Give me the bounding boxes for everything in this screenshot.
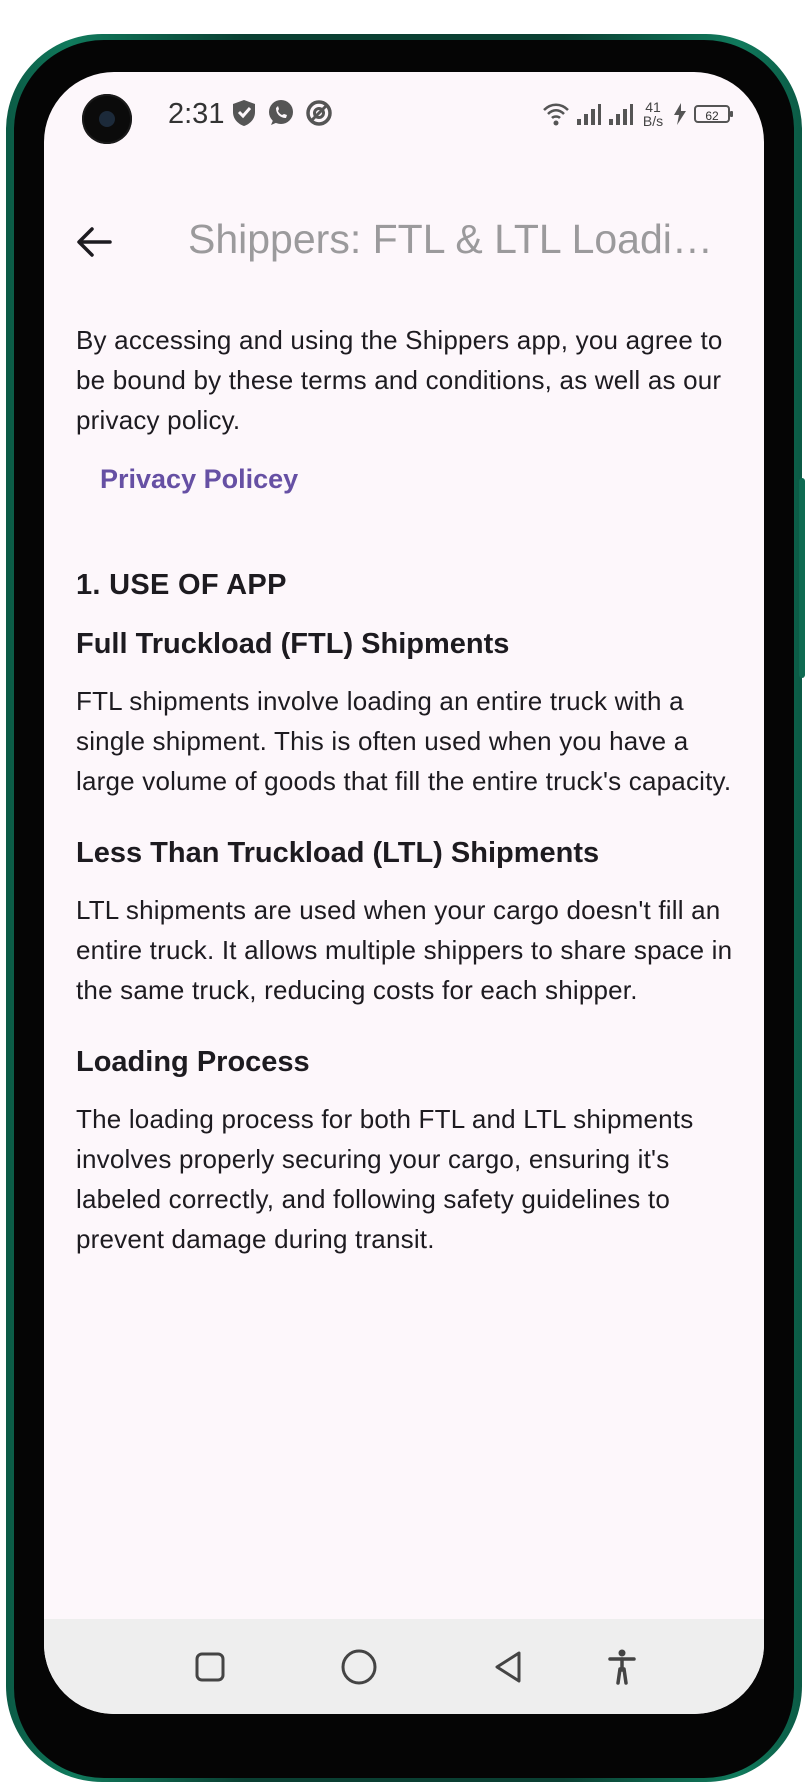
accessibility-button[interactable] — [600, 1645, 644, 1689]
ftl-heading: Full Truckload (FTL) Shipments — [76, 628, 510, 660]
terms-content: By accessing and using the Shippers app,… — [76, 320, 736, 1259]
status-time: 2:31 — [168, 98, 225, 130]
ftl-body: FTL shipments involve loading an entire … — [76, 686, 732, 796]
notification-icons — [230, 98, 334, 128]
system-navigation-bar — [44, 1619, 764, 1714]
back-triangle-icon — [495, 1651, 521, 1683]
nav-back-button[interactable] — [486, 1645, 530, 1689]
system-icons: 41 B/s 62 — [542, 100, 733, 128]
status-bar: 2:31 41 B/s 62 — [44, 72, 764, 162]
signal-icon — [577, 104, 601, 125]
battery-level: 62 — [705, 109, 719, 123]
network-speed-unit: B/s — [642, 113, 664, 129]
shield-icon — [233, 100, 255, 126]
home-circle-icon — [341, 1649, 377, 1685]
at-sign-icon — [306, 100, 332, 126]
wifi-icon — [543, 103, 569, 126]
recents-button[interactable] — [188, 1645, 232, 1689]
charging-icon — [674, 103, 686, 125]
side-button — [799, 478, 805, 678]
screen: 2:31 41 B/s 62 Shippers: FTL & LTL Loadi… — [44, 72, 764, 1714]
arrow-back-icon — [77, 227, 112, 257]
section-title: 1. USE OF APP — [76, 569, 287, 601]
app-bar: Shippers: FTL & LTL Loadi… — [44, 202, 764, 282]
page-title: Shippers: FTL & LTL Loadi… — [188, 216, 713, 262]
ltl-body: LTL shipments are used when your cargo d… — [76, 895, 733, 1005]
whatsapp-icon — [269, 100, 293, 125]
home-button[interactable] — [337, 1645, 381, 1689]
loading-process-heading: Loading Process — [76, 1046, 310, 1078]
intro-text: By accessing and using the Shippers app,… — [76, 325, 723, 435]
network-speed: 41 B/s — [640, 100, 666, 128]
loading-process-body: The loading process for both FTL and LTL… — [76, 1104, 694, 1254]
back-button[interactable] — [66, 214, 122, 270]
front-camera — [82, 94, 132, 144]
signal-icon — [609, 104, 633, 125]
recents-square-icon — [195, 1652, 225, 1682]
battery-icon: 62 — [694, 105, 733, 123]
network-speed-value: 41 — [645, 99, 661, 115]
ltl-heading: Less Than Truckload (LTL) Shipments — [76, 837, 600, 869]
accessibility-icon — [608, 1649, 636, 1685]
privacy-policy-link[interactable]: Privacy Policey — [100, 464, 298, 495]
